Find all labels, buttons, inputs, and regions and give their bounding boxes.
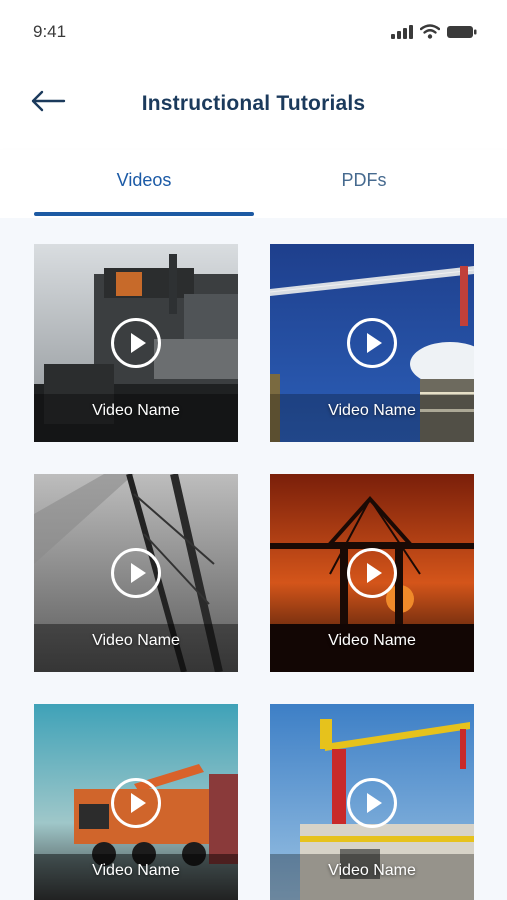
status-time: 9:41 (33, 22, 67, 41)
play-circle-icon[interactable] (111, 778, 161, 828)
video-name: Video Name (328, 402, 416, 419)
video-tile[interactable]: Video Name (34, 474, 238, 672)
video-tile[interactable]: Video Name (270, 474, 474, 672)
active-tab-indicator (34, 212, 254, 216)
tab-bar: Videos PDFs (0, 150, 507, 218)
play-circle-icon[interactable] (111, 548, 161, 598)
header: Instructional Tutorials (0, 70, 507, 140)
page-title: Instructional Tutorials (141, 92, 366, 115)
video-name: Video Name (92, 402, 180, 419)
video-tile[interactable]: Video Name (270, 244, 474, 442)
play-circle-icon[interactable] (111, 318, 161, 368)
status-bar: 9:41 (0, 0, 507, 64)
tab-videos[interactable]: Videos (34, 170, 254, 191)
cellular-signal-icon (391, 24, 413, 44)
wifi-icon (419, 24, 441, 44)
play-circle-icon[interactable] (347, 318, 397, 368)
video-name: Video Name (92, 632, 180, 649)
play-circle-icon[interactable] (347, 548, 397, 598)
video-tile[interactable]: Video Name (34, 244, 238, 442)
play-circle-icon[interactable] (347, 778, 397, 828)
video-name: Video Name (92, 862, 180, 879)
video-name: Video Name (328, 862, 416, 879)
tab-pdfs[interactable]: PDFs (254, 170, 474, 191)
video-name: Video Name (328, 632, 416, 649)
video-grid: Video Name Video Name Video Name Video N… (0, 218, 507, 900)
video-tile[interactable]: Video Name (34, 704, 238, 900)
status-icons (391, 24, 477, 44)
video-tile[interactable]: Video Name (270, 704, 474, 900)
battery-icon (447, 25, 477, 44)
